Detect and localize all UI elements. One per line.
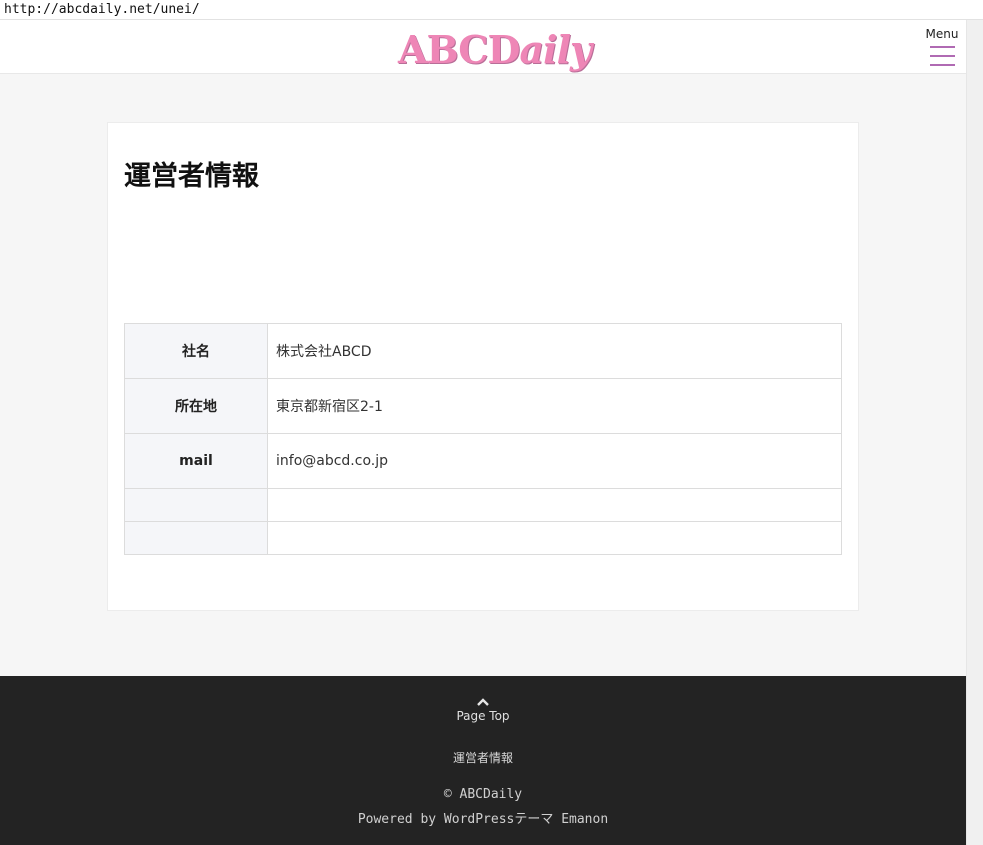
chevron-up-icon xyxy=(433,694,533,708)
logo-text: ABCD xyxy=(398,27,521,72)
copyright-text: © ABCDaily xyxy=(443,787,523,802)
content-card: 運営者情報 社名 株式会社ABCD 所在地 東京都新宿区2-1 mail inf… xyxy=(107,122,859,611)
table-row-value: 株式会社ABCD xyxy=(267,323,842,379)
table-row-label: 所在地 xyxy=(124,378,268,434)
page-title: 運営者情報 xyxy=(124,161,259,192)
table-row xyxy=(124,488,842,522)
table-row: 社名 株式会社ABCD xyxy=(124,323,842,379)
site-logo[interactable]: ABCDaily xyxy=(398,27,593,72)
table-row-label: 社名 xyxy=(124,323,268,379)
menu-label: Menu xyxy=(925,27,959,41)
page-viewport: ABCDaily Menu 運営者情報 社名 株式会社ABCD 所在地 東京都新… xyxy=(0,20,966,845)
address-url: http://abcdaily.net/unei/ xyxy=(4,2,200,17)
footer-link-operator-info[interactable]: 運営者情報 xyxy=(383,750,583,766)
logo-text-italic: aily xyxy=(519,27,593,72)
info-table: 社名 株式会社ABCD 所在地 東京都新宿区2-1 mail info@abcd… xyxy=(124,323,842,555)
table-row-label xyxy=(124,521,268,555)
table-row: mail info@abcd.co.jp xyxy=(124,433,842,489)
menu-button[interactable]: Menu xyxy=(924,27,960,69)
site-header: ABCDaily Menu xyxy=(0,20,966,74)
page-top-button[interactable]: Page Top xyxy=(433,694,533,732)
table-row: 所在地 東京都新宿区2-1 xyxy=(124,378,842,434)
page-top-label: Page Top xyxy=(456,709,510,723)
address-bar[interactable]: http://abcdaily.net/unei/ xyxy=(0,0,983,20)
table-row-label: mail xyxy=(124,433,268,489)
powered-by-text: Powered by WordPressテーマ Emanon xyxy=(357,812,609,827)
table-row xyxy=(124,521,842,555)
site-footer: Page Top 運営者情報 © ABCDaily Powered by Wor… xyxy=(0,676,966,845)
table-row-value xyxy=(267,488,842,522)
table-row-value: 東京都新宿区2-1 xyxy=(267,378,842,434)
table-row-label xyxy=(124,488,268,522)
table-row-value xyxy=(267,521,842,555)
hamburger-icon xyxy=(930,46,955,66)
vertical-scrollbar[interactable] xyxy=(966,20,983,845)
table-row-value: info@abcd.co.jp xyxy=(267,433,842,489)
